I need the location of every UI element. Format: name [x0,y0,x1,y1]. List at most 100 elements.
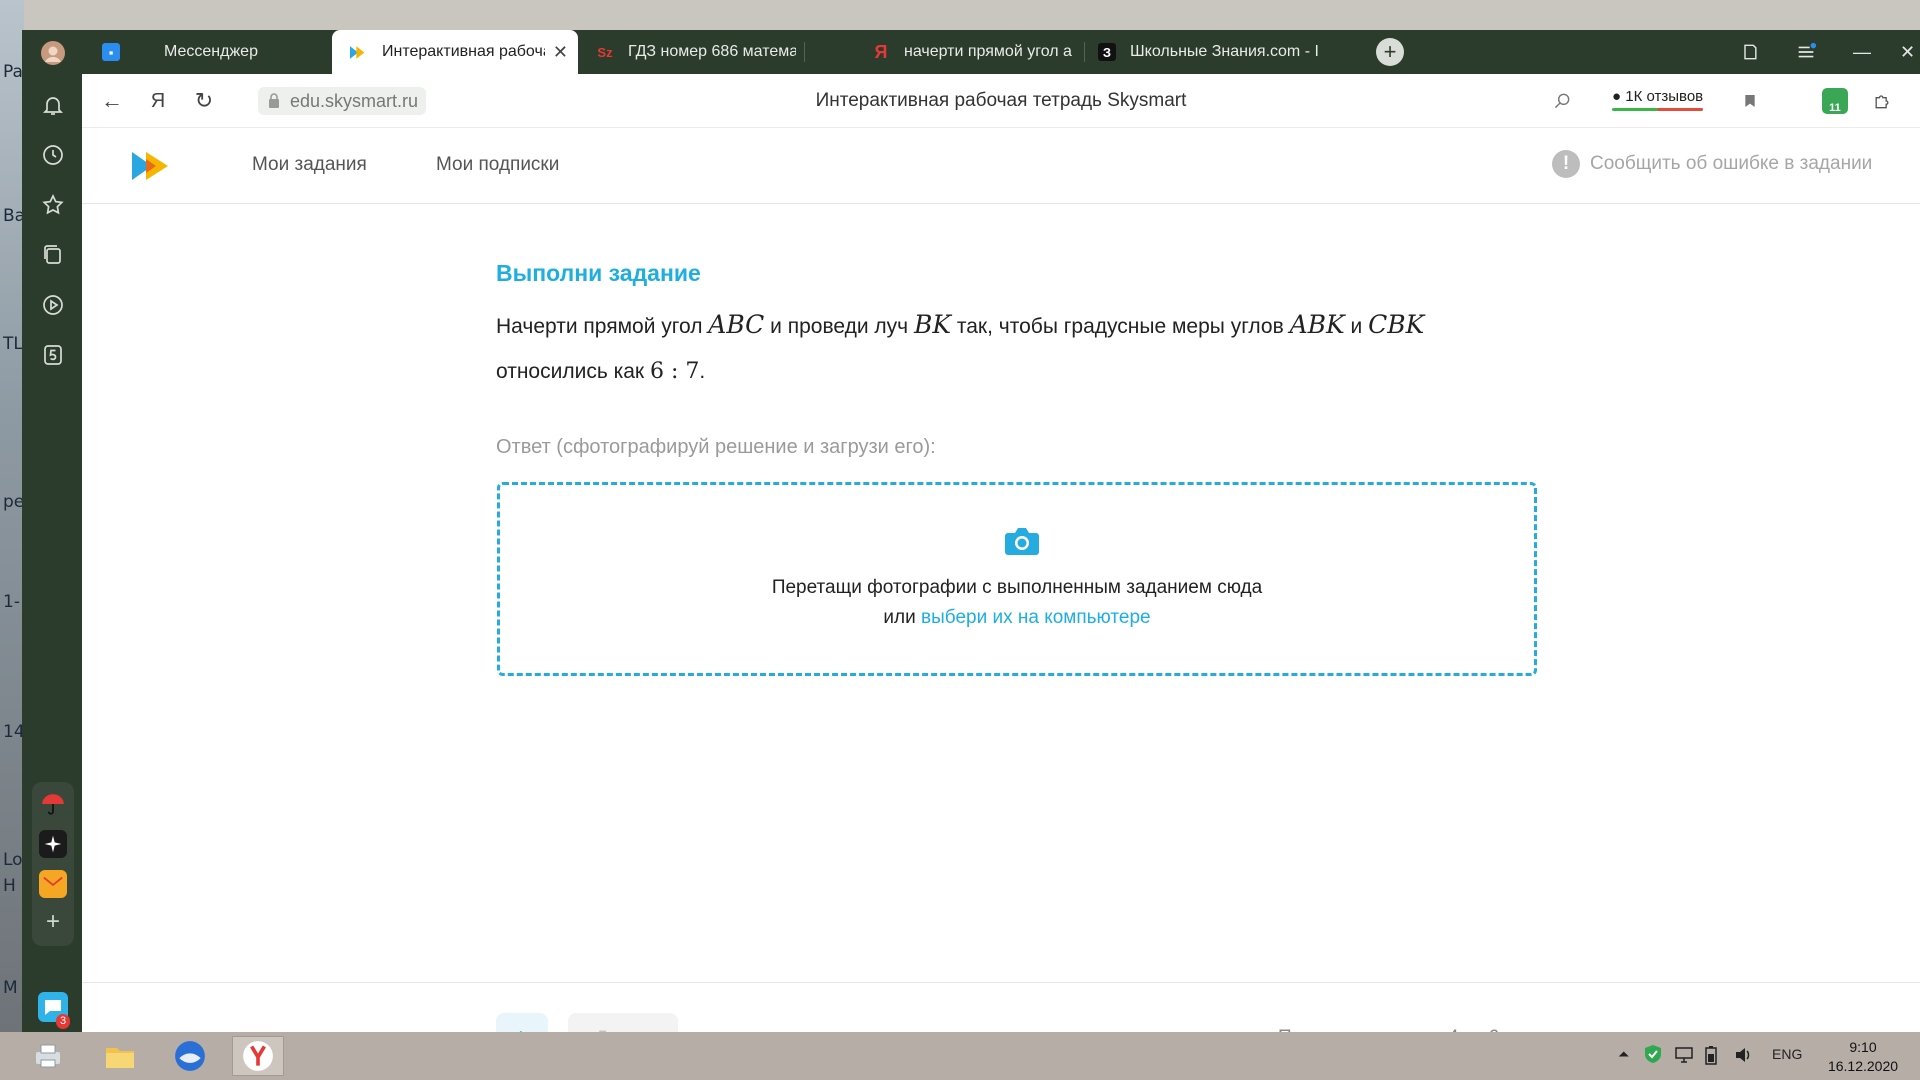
skysmart-icon [350,43,368,61]
tab-label: ГДЗ номер 686 математик [628,43,796,60]
dropzone-hint-secondary: или выбери их на компьютере [500,607,1534,629]
tab-label: начерти прямой угол абс [904,43,1072,60]
address-bar: ← Я ↻ edu.skysmart.ru Интерактивная рабо… [82,74,1920,128]
file-explorer-icon[interactable] [94,1036,146,1076]
close-tab-icon[interactable]: ✕ [553,42,568,63]
tab-label: Интерактивная рабоча [382,43,545,60]
minimize-icon[interactable]: — [1834,30,1890,74]
thunderbird-icon[interactable] [164,1036,216,1076]
reviews-label: 1К отзывов [1625,88,1704,105]
play-video-icon[interactable] [40,292,66,318]
report-label: Сообщить об ошибке в задании [1590,153,1873,174]
tab-label: Мессенджер [164,43,258,60]
dropzone-hint: Перетащи фотографии с выполненным задани… [771,577,1263,598]
math-ray-bk: BK [913,310,952,339]
task-text: так, чтобы градусные меры углов [956,315,1284,338]
messenger-badge: 3 [56,1014,71,1029]
tab-gdz[interactable]: Sz ГДЗ номер 686 математик [596,30,796,74]
desktop-text: TL [3,334,23,354]
desktop-text: 14 [3,722,24,742]
favorites-star-icon[interactable] [40,192,66,218]
math-angle-cbk: CBK [1368,310,1425,339]
security-shield-icon[interactable] [1644,1044,1662,1064]
task-text: относились как [496,360,645,383]
reload-icon[interactable]: ↻ [190,87,218,115]
task-statement: Начерти прямой угол ABC и проведи луч BK… [496,302,1556,394]
nav-my-subscriptions[interactable]: Мои подписки [436,154,559,176]
collections-icon[interactable] [40,242,66,268]
system-clock[interactable]: 9:10 16.12.2020 [1818,1038,1908,1076]
task-text: и проведи луч [770,315,909,338]
task-footer: Далее Пропустить 4 из 6 [82,982,1920,1065]
yandex-icon: Я [874,41,888,62]
camera-icon [1005,528,1039,555]
close-window-icon[interactable]: ✕ [1900,30,1920,74]
task-title: Выполни задание [496,260,701,286]
desktop-text: H [3,876,16,896]
math-ratio: 6 : 7 [649,359,700,384]
taskbar: ⏶ ENG 9:10 16.12.2020 [0,1032,1920,1080]
clock-time: 9:10 [1849,1039,1877,1055]
dropzone-or: или [883,607,916,628]
desktop-text: pe [3,492,24,512]
exclamation-icon: ! [1552,150,1580,178]
report-error-link[interactable]: ! Сообщить об ошибке в задании [1552,150,1872,178]
lock-icon [269,93,279,108]
search-icon[interactable] [1550,89,1574,113]
url-text: edu.skysmart.ru [290,91,419,111]
download-icon[interactable]: ⤓ [1914,89,1920,113]
math-angle-abc: ABC [708,310,765,339]
desktop-text: Lo [3,850,23,870]
choose-file-link[interactable]: выбери их на компьютере [921,607,1151,628]
sparkle-app-icon[interactable] [39,830,67,858]
sidepanel-apps-group: + [32,782,74,946]
task-text: и [1350,315,1363,338]
tab-yandex-search[interactable]: Я начерти прямой угол абс [872,30,1072,74]
umbrella-app-icon[interactable] [39,790,67,818]
bookmark-icon[interactable] [1738,89,1762,113]
back-arrow-icon[interactable]: ← [98,87,126,115]
photo-dropzone[interactable]: Перетащи фотографии с выполненным задани… [497,482,1537,676]
notifications-icon[interactable] [40,92,66,118]
url-field[interactable]: edu.skysmart.ru [258,87,427,115]
network-icon[interactable] [1674,1046,1694,1064]
tab-znanija[interactable]: З Школьные Знания.com - I [1098,30,1324,74]
yandex-home-button[interactable]: Я [144,87,172,115]
extension-badge: 11 [1829,102,1841,114]
nav-my-tasks[interactable]: Мои задания [252,154,367,176]
desktop-text: Pa [3,62,23,82]
reviews-button[interactable]: ● 1К отзывов [1612,88,1704,111]
add-app-icon[interactable]: + [39,908,67,936]
new-tab-button[interactable]: + [1376,38,1404,66]
task-text: Начерти прямой угол [496,315,703,338]
tab-skysmart-active[interactable]: Интерактивная рабоча ✕ [332,30,578,74]
printer-app-icon[interactable] [22,1036,74,1076]
language-indicator[interactable]: ENG [1772,1046,1802,1062]
extensions-puzzle-icon[interactable] [1870,89,1894,113]
battery-icon[interactable] [1704,1045,1718,1065]
tab-panel-icon[interactable] [1722,30,1778,74]
answer-label: Ответ (сфотографируй решение и загрузи е… [496,436,936,458]
tray-expand-icon[interactable]: ⏶ [1618,1046,1629,1063]
gdz-icon: Sz [597,44,613,60]
clock-date: 16.12.2020 [1827,1058,1899,1074]
task-text: . [699,360,706,383]
desktop-text: M [3,978,18,998]
extension-icon[interactable]: 11 [1822,88,1848,114]
tab-label: Школьные Знания.com - I [1130,43,1319,60]
volume-icon[interactable] [1734,1046,1752,1064]
task-content: Выполни задание Начерти прямой угол ABC … [82,204,1920,982]
number-five-icon[interactable] [40,342,66,368]
desktop-text: 1- [3,592,20,612]
mail-app-icon[interactable] [39,870,67,898]
yandex-browser-taskbar-icon[interactable] [232,1036,284,1076]
znanija-icon: З [1098,43,1116,61]
tab-separator [1084,42,1085,62]
skysmart-logo[interactable] [132,150,178,182]
tab-separator [804,42,805,62]
menu-icon[interactable] [1778,30,1834,74]
profile-avatar[interactable] [40,40,66,66]
history-icon[interactable] [40,142,66,168]
comment-icon: ● [1612,88,1622,105]
tab-messenger[interactable]: ▪ Мессенджер [102,30,292,74]
